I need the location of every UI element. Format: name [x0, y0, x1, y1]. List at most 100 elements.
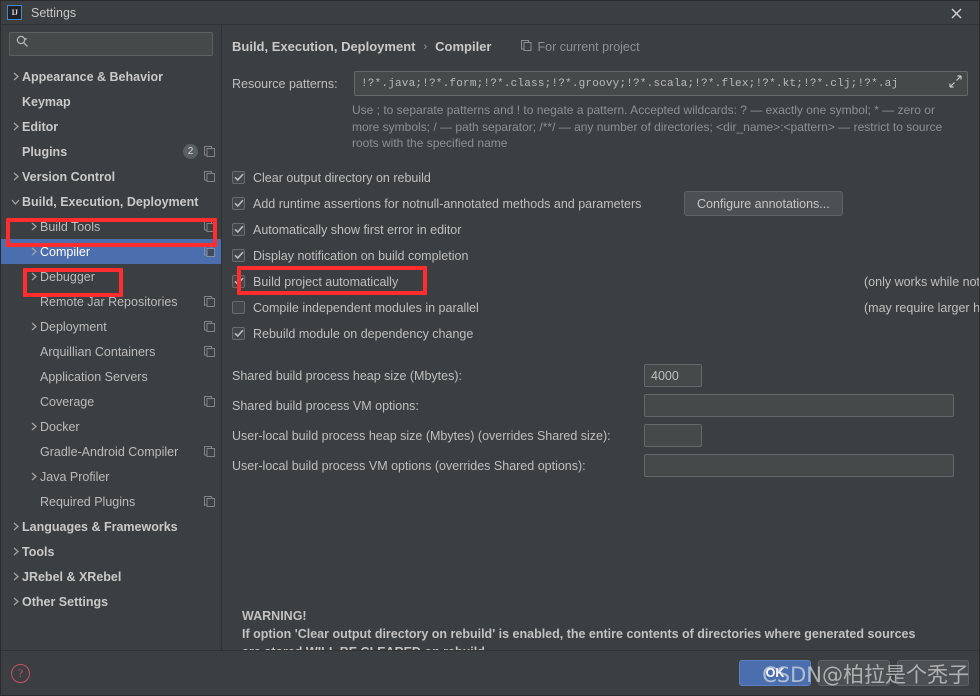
sidebar-item-deployment[interactable]: Deployment	[1, 314, 221, 339]
chevron-right-icon[interactable]	[27, 247, 40, 256]
chevron-right-icon[interactable]	[9, 122, 22, 131]
sidebar-item-label: Editor	[22, 119, 59, 134]
close-icon[interactable]	[933, 1, 979, 25]
checkbox-row-automatically-show-first: Automatically show first error in editor	[232, 217, 979, 243]
checkbox-add-runtime-assertions[interactable]	[232, 197, 245, 210]
sidebar-item-label: Gradle-Android Compiler	[40, 444, 179, 459]
resource-patterns-value: !?*.java;!?*.form;!?*.class;!?*.groovy;!…	[361, 77, 899, 90]
checkbox-rebuild-module-on[interactable]	[232, 327, 245, 340]
checkbox-label[interactable]: Clear output directory on rebuild	[253, 171, 431, 185]
field-row-user-local-build-process-heap: User-local build process heap size (Mbyt…	[232, 421, 979, 451]
search-box[interactable]	[9, 32, 213, 56]
chevron-right-icon[interactable]	[9, 72, 22, 81]
sidebar-item-plugins[interactable]: Plugins 2	[1, 139, 221, 164]
field-input-user-local-build-process-vm[interactable]	[644, 454, 954, 477]
apply-button[interactable]	[897, 660, 969, 686]
resource-patterns-row: Resource patterns: !?*.java;!?*.form;!?*…	[232, 71, 979, 96]
sidebar-item-build-tools[interactable]: Build Tools	[1, 214, 221, 239]
checkbox-row-clear-output-directory: Clear output directory on rebuild	[232, 165, 979, 191]
copy-icon	[521, 39, 532, 54]
scope-label: For current project	[537, 39, 640, 54]
breadcrumb: Build, Execution, Deployment › Compiler …	[222, 25, 979, 54]
sidebar-item-build-execution-deployment[interactable]: Build, Execution, Deployment	[1, 189, 221, 214]
search-container	[1, 25, 221, 60]
settings-sidebar: Appearance & Behavior Keymap Editor Plugins…	[1, 25, 222, 650]
chevron-down-icon[interactable]	[9, 198, 22, 206]
chevron-right-icon[interactable]	[9, 572, 22, 581]
project-scope-icon	[204, 496, 215, 507]
sidebar-item-required-plugins[interactable]: Required Plugins	[1, 489, 221, 514]
sidebar-item-languages-frameworks[interactable]: Languages & Frameworks	[1, 514, 221, 539]
sidebar-item-coverage[interactable]: Coverage	[1, 389, 221, 414]
project-scope-icon	[204, 346, 215, 357]
sidebar-item-java-profiler[interactable]: Java Profiler	[1, 464, 221, 489]
chevron-right-icon[interactable]	[27, 472, 40, 481]
project-scope-icon	[204, 146, 215, 157]
search-input[interactable]	[34, 37, 204, 51]
checkbox-label[interactable]: Display notification on build completion	[253, 249, 468, 263]
field-row-shared-build-process-heap: Shared build process heap size (Mbytes):…	[232, 361, 979, 391]
checkbox-label[interactable]: Add runtime assertions for notnull-annot…	[253, 197, 641, 211]
chevron-right-icon[interactable]	[27, 272, 40, 281]
chevron-right-icon[interactable]	[27, 222, 40, 231]
sidebar-item-other-settings[interactable]: Other Settings	[1, 589, 221, 614]
resource-patterns-input[interactable]: !?*.java;!?*.form;!?*.class;!?*.groovy;!…	[354, 71, 968, 96]
chevron-right-icon[interactable]	[9, 547, 22, 556]
resource-patterns-hint: Use ; to separate patterns and ! to nega…	[352, 103, 943, 150]
sidebar-item-application-servers[interactable]: Application Servers	[1, 364, 221, 389]
chevron-right-icon[interactable]	[9, 597, 22, 606]
sidebar-item-gradle-android-compiler[interactable]: Gradle-Android Compiler	[1, 439, 221, 464]
cancel-button[interactable]	[818, 660, 890, 686]
sidebar-item-tools[interactable]: Tools	[1, 539, 221, 564]
chevron-right-icon[interactable]	[9, 522, 22, 531]
sidebar-item-docker[interactable]: Docker	[1, 414, 221, 439]
breadcrumb-leaf: Compiler	[435, 39, 492, 54]
project-scope-icon	[204, 321, 215, 332]
sidebar-item-jrebel-xrebel[interactable]: JRebel & XRebel	[1, 564, 221, 589]
title-bar: IJ Settings	[1, 1, 979, 25]
breadcrumb-root[interactable]: Build, Execution, Deployment	[232, 39, 415, 54]
checkbox-label[interactable]: Automatically show first error in editor	[253, 223, 461, 237]
sidebar-item-debugger[interactable]: Debugger	[1, 264, 221, 289]
intellij-logo-icon: IJ	[7, 5, 22, 20]
sidebar-item-arquillian-containers[interactable]: Arquillian Containers	[1, 339, 221, 364]
search-icon	[16, 35, 29, 53]
help-icon[interactable]: ?	[11, 663, 30, 683]
checkbox-note: (may require larger heap size)	[864, 300, 979, 315]
checkbox-automatically-show-first[interactable]	[232, 223, 245, 236]
field-input-user-local-build-process-heap[interactable]	[644, 424, 702, 447]
configure-annotations-button[interactable]: Configure annotations...	[684, 191, 843, 216]
sidebar-item-label: Docker	[40, 419, 80, 434]
dialog-button-group: OK	[739, 660, 969, 686]
checkbox-display-notification-on[interactable]	[232, 249, 245, 262]
sidebar-item-version-control[interactable]: Version Control	[1, 164, 221, 189]
checkbox-row-build-project-automatically: Build project automatically (only works w…	[232, 265, 979, 295]
checkbox-label[interactable]: Rebuild module on dependency change	[253, 327, 473, 341]
checkbox-label[interactable]: Compile independent modules in parallel	[253, 301, 479, 315]
sidebar-item-label: Arquillian Containers	[40, 344, 156, 359]
breadcrumb-separator-icon: ›	[423, 40, 428, 53]
window-title: Settings	[31, 5, 77, 20]
warning-title: WARNING!	[242, 609, 307, 623]
project-scope-icon	[204, 171, 215, 182]
compiler-options-list: Clear output directory on rebuild Add run…	[222, 165, 979, 347]
checkbox-label[interactable]: Build project automatically	[253, 275, 398, 289]
sidebar-item-editor[interactable]: Editor	[1, 114, 221, 139]
chevron-right-icon[interactable]	[27, 422, 40, 431]
warning-line-2: are stored WILL BE CLEARED on rebuild.	[242, 643, 945, 650]
chevron-right-icon[interactable]	[9, 172, 22, 181]
sidebar-item-label: Remote Jar Repositories	[40, 294, 178, 309]
field-input-shared-build-process-heap[interactable]: 4000	[644, 364, 702, 387]
chevron-right-icon[interactable]	[27, 322, 40, 331]
checkbox-clear-output-directory[interactable]	[232, 171, 245, 184]
field-input-shared-build-process-vm[interactable]	[644, 394, 954, 417]
ok-button[interactable]: OK	[739, 660, 811, 686]
checkbox-build-project-automatically[interactable]	[232, 275, 245, 288]
checkbox-compile-independent-modules[interactable]	[232, 301, 245, 314]
sidebar-item-remote-jar-repositories[interactable]: Remote Jar Repositories	[1, 289, 221, 314]
project-scope-icon	[204, 446, 215, 457]
sidebar-item-keymap[interactable]: Keymap	[1, 89, 221, 114]
sidebar-item-compiler[interactable]: Compiler	[1, 239, 221, 264]
sidebar-item-appearance-behavior[interactable]: Appearance & Behavior	[1, 64, 221, 89]
expand-icon[interactable]	[949, 74, 962, 93]
